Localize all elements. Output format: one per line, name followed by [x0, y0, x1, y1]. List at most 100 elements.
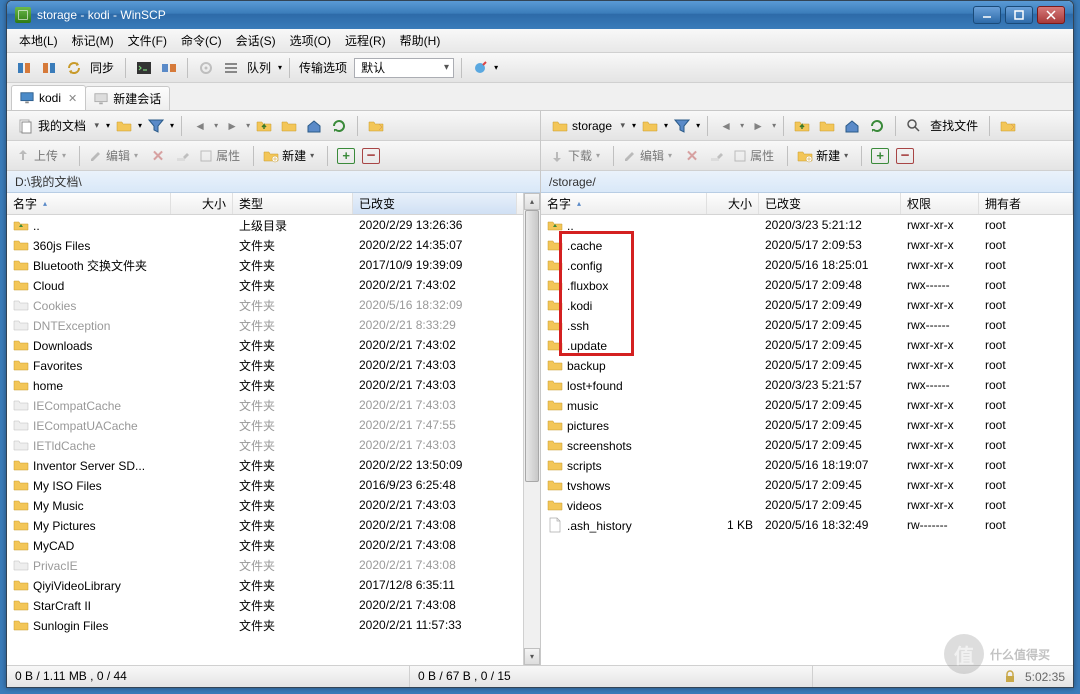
list-row[interactable]: .ash_history1 KB2020/5/16 18:32:49rw----…	[541, 515, 1073, 535]
rename-icon-l[interactable]	[172, 145, 194, 167]
scroll-down-l[interactable]: ▾	[524, 648, 540, 665]
list-row[interactable]: My Pictures文件夹2020/2/21 7:43:08	[7, 515, 523, 535]
refresh-icon-r[interactable]	[866, 115, 888, 137]
home-icon[interactable]	[303, 115, 325, 137]
menu-command[interactable]: 命令(C)	[175, 30, 228, 51]
console-icon[interactable]	[133, 57, 155, 79]
home-icon-r[interactable]	[841, 115, 863, 137]
queue-label[interactable]: 队列	[245, 59, 275, 76]
bookmark-icon[interactable]	[365, 115, 387, 137]
open-folder-icon-r[interactable]	[639, 115, 661, 137]
titlebar[interactable]: storage - kodi - WinSCP	[7, 1, 1073, 29]
list-row[interactable]: pictures2020/5/17 2:09:45rwxr-xr-xroot	[541, 415, 1073, 435]
forward-icon[interactable]: ►	[221, 115, 243, 137]
close-button[interactable]	[1037, 6, 1065, 24]
list-row[interactable]: MyCAD文件夹2020/2/21 7:43:08	[7, 535, 523, 555]
props-button-l[interactable]: 属性	[197, 147, 246, 164]
list-row[interactable]: QiyiVideoLibrary文件夹2017/12/8 6:35:11	[7, 575, 523, 595]
sync-right-icon[interactable]	[38, 57, 60, 79]
list-row[interactable]: Favorites文件夹2020/2/21 7:43:03	[7, 355, 523, 375]
list-row[interactable]: tvshows2020/5/17 2:09:45rwxr-xr-xroot	[541, 475, 1073, 495]
tab-kodi[interactable]: kodi ✕	[11, 85, 86, 110]
props-button-r[interactable]: 属性	[731, 147, 780, 164]
col-changed-l[interactable]: 已改变	[353, 193, 517, 214]
list-row[interactable]: .kodi2020/5/17 2:09:49rwxr-xr-xroot	[541, 295, 1073, 315]
col-changed-r[interactable]: 已改变	[759, 193, 901, 214]
list-row[interactable]: Sunlogin Files文件夹2020/2/21 11:57:33	[7, 615, 523, 635]
list-row[interactable]: IECompatUACache文件夹2020/2/21 7:47:55	[7, 415, 523, 435]
list-row[interactable]: 360js Files文件夹2020/2/22 14:35:07	[7, 235, 523, 255]
menu-remote[interactable]: 远程(R)	[339, 30, 392, 51]
forward-icon-r[interactable]: ►	[747, 115, 769, 137]
local-dir-combo[interactable]: 我的文档	[13, 114, 103, 137]
list-row[interactable]: .update2020/5/17 2:09:45rwxr-xr-xroot	[541, 335, 1073, 355]
disconnect-icon[interactable]	[469, 57, 491, 79]
expand-icon-l[interactable]: +	[335, 145, 357, 167]
upload-button[interactable]: 上传▾	[13, 147, 72, 164]
col-type-l[interactable]: 类型	[233, 193, 353, 214]
list-row[interactable]: My Music文件夹2020/2/21 7:43:03	[7, 495, 523, 515]
list-row[interactable]: Cookies文件夹2020/5/16 18:32:09	[7, 295, 523, 315]
compare-icon[interactable]	[158, 57, 180, 79]
maximize-button[interactable]	[1005, 6, 1033, 24]
col-owner-r[interactable]: 拥有者	[979, 193, 1073, 214]
delete-icon-l[interactable]: ✕	[147, 145, 169, 167]
scroll-up-l[interactable]: ▴	[524, 193, 540, 210]
remote-file-list[interactable]: 名字 大小 已改变 权限 拥有者 ..2020/3/23 5:21:12rwxr…	[541, 193, 1073, 665]
list-row[interactable]: Bluetooth 交换文件夹文件夹2017/10/9 19:39:09	[7, 255, 523, 275]
list-row[interactable]: music2020/5/17 2:09:45rwxr-xr-xroot	[541, 395, 1073, 415]
list-row[interactable]: scripts2020/5/16 18:19:07rwxr-xr-xroot	[541, 455, 1073, 475]
back-icon[interactable]: ◄	[189, 115, 211, 137]
sync-label[interactable]: 同步	[88, 59, 118, 76]
bookmark-icon-r[interactable]	[997, 115, 1019, 137]
list-row[interactable]: StarCraft II文件夹2020/2/21 7:43:08	[7, 595, 523, 615]
queue-icon[interactable]	[220, 57, 242, 79]
list-row[interactable]: IECompatCache文件夹2020/2/21 7:43:03	[7, 395, 523, 415]
edit-button-r[interactable]: 编辑▾	[621, 147, 678, 164]
list-row[interactable]: videos2020/5/17 2:09:45rwxr-xr-xroot	[541, 495, 1073, 515]
open-folder-icon[interactable]	[113, 115, 135, 137]
rename-icon-r[interactable]	[706, 145, 728, 167]
minimize-button[interactable]	[973, 6, 1001, 24]
list-row[interactable]: ..2020/3/23 5:21:12rwxr-xr-xroot	[541, 215, 1073, 235]
download-button[interactable]: 下载▾	[547, 147, 606, 164]
list-row[interactable]: .cache2020/5/17 2:09:53rwxr-xr-xroot	[541, 235, 1073, 255]
transfer-preset-combo[interactable]: 默认	[354, 58, 454, 78]
collapse-icon-r[interactable]: −	[894, 145, 916, 167]
menu-help[interactable]: 帮助(H)	[394, 30, 447, 51]
local-file-list[interactable]: 名字 大小 类型 已改变 ..上级目录2020/2/29 13:26:36360…	[7, 193, 523, 665]
tab-close-icon[interactable]: ✕	[68, 92, 77, 105]
find-icon[interactable]	[903, 115, 925, 137]
list-row[interactable]: home文件夹2020/2/21 7:43:03	[7, 375, 523, 395]
filter-icon-r[interactable]	[671, 115, 693, 137]
list-row[interactable]: IETldCache文件夹2020/2/21 7:43:03	[7, 435, 523, 455]
list-row[interactable]: My ISO Files文件夹2016/9/23 6:25:48	[7, 475, 523, 495]
new-button-l[interactable]: 新建▾	[261, 147, 320, 164]
remote-pathbar[interactable]: /storage/	[541, 171, 1073, 193]
list-row[interactable]: lost+found2020/3/23 5:21:57rwx------root	[541, 375, 1073, 395]
find-label[interactable]: 查找文件	[928, 117, 982, 134]
col-size-l[interactable]: 大小	[171, 193, 233, 214]
list-row[interactable]: .config2020/5/16 18:25:01rwxr-xr-xroot	[541, 255, 1073, 275]
local-scrollbar[interactable]: ▴ ▾	[523, 193, 540, 665]
delete-icon-r[interactable]: ✕	[681, 145, 703, 167]
list-row[interactable]: PrivacIE文件夹2020/2/21 7:43:08	[7, 555, 523, 575]
col-rights-r[interactable]: 权限	[901, 193, 979, 214]
menu-options[interactable]: 选项(O)	[284, 30, 337, 51]
list-row[interactable]: .ssh2020/5/17 2:09:45rwx------root	[541, 315, 1073, 335]
back-icon-r[interactable]: ◄	[715, 115, 737, 137]
menu-local[interactable]: 本地(L)	[13, 30, 64, 51]
settings-icon[interactable]	[195, 57, 217, 79]
new-button-r[interactable]: 新建▾	[795, 147, 854, 164]
menu-session[interactable]: 会话(S)	[230, 30, 282, 51]
list-row[interactable]: .fluxbox2020/5/17 2:09:48rwx------root	[541, 275, 1073, 295]
local-pathbar[interactable]: D:\我的文档\	[7, 171, 540, 193]
list-row[interactable]: backup2020/5/17 2:09:45rwxr-xr-xroot	[541, 355, 1073, 375]
list-row[interactable]: Cloud文件夹2020/2/21 7:43:02	[7, 275, 523, 295]
edit-button-l[interactable]: 编辑▾	[87, 147, 144, 164]
sync-icon[interactable]	[63, 57, 85, 79]
root-dir-icon-r[interactable]	[816, 115, 838, 137]
list-row[interactable]: ..上级目录2020/2/29 13:26:36	[7, 215, 523, 235]
root-dir-icon[interactable]	[278, 115, 300, 137]
expand-icon-r[interactable]: +	[869, 145, 891, 167]
